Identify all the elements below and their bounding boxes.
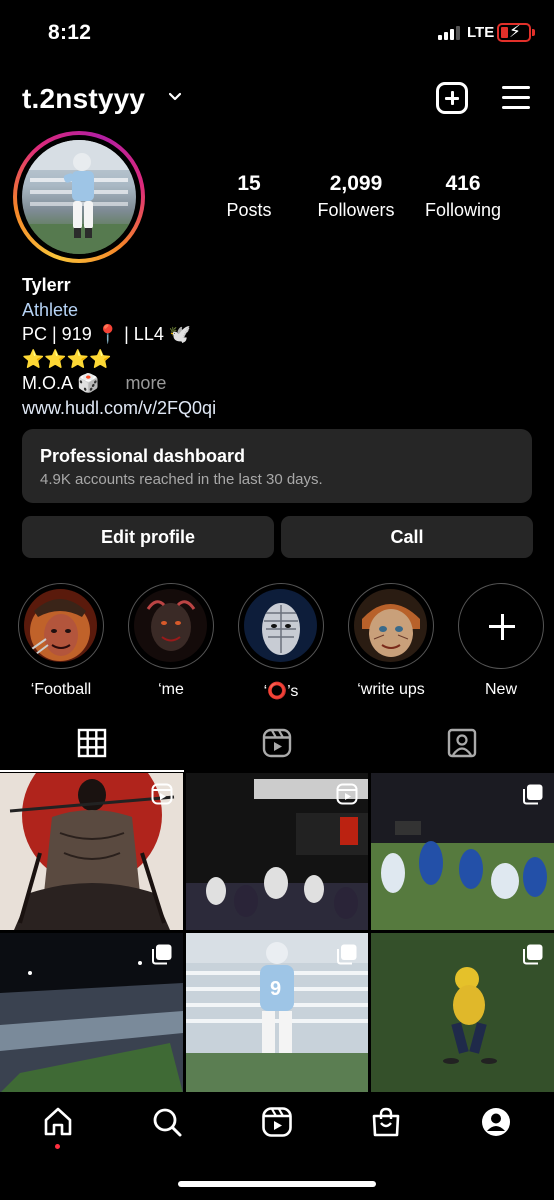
- call-button[interactable]: Call: [281, 516, 533, 558]
- dashboard-subtitle: 4.9K accounts reached in the last 30 day…: [40, 471, 323, 488]
- highlight-cover: [134, 589, 207, 662]
- dashboard-title: Professional dashboard: [40, 446, 246, 466]
- plus-icon[interactable]: [458, 583, 544, 669]
- reels-icon[interactable]: [261, 1106, 293, 1138]
- followers-label: Followers: [317, 200, 395, 220]
- following-count: 416: [445, 172, 481, 195]
- bio-more-link[interactable]: more: [125, 373, 166, 393]
- post-thumbnail[interactable]: [371, 933, 554, 1093]
- highlight-cover: [354, 589, 427, 662]
- followers-count: 2,099: [329, 172, 383, 195]
- bio-line: PC | 919 📍 | LL4 🕊️: [22, 324, 192, 344]
- carousel-icon: [523, 944, 543, 965]
- avatar-story-ring[interactable]: [13, 131, 145, 263]
- post-thumbnail[interactable]: [0, 933, 183, 1093]
- professional-dashboard[interactable]: Professional dashboard 4.9K accounts rea…: [22, 429, 532, 503]
- notification-dot: [55, 1144, 60, 1149]
- post-thumbnail[interactable]: 9: [186, 933, 368, 1093]
- highlight-item[interactable]: ‘me: [128, 583, 214, 699]
- home-indicator: [178, 1181, 376, 1187]
- highlight-label: ‘Football: [30, 681, 92, 698]
- svg-text:9: 9: [270, 978, 281, 1000]
- edit-profile-button[interactable]: Edit profile: [22, 516, 274, 558]
- reel-icon: [336, 783, 358, 805]
- highlight-item[interactable]: ‘write ups: [348, 583, 434, 699]
- reel-icon: [151, 783, 173, 805]
- profile-bio: Tylerr Athlete PC | 919 📍 | LL4 🕊️ ⭐⭐⭐⭐ …: [22, 273, 216, 420]
- bio-line: M.O.A 🎲: [22, 373, 100, 393]
- profile-icon[interactable]: [480, 1106, 512, 1138]
- network-label: LTE: [467, 24, 495, 41]
- highlight-cover: [24, 589, 97, 662]
- chevron-down-icon[interactable]: [169, 91, 181, 103]
- profile-category: Athlete: [22, 299, 79, 320]
- battery-tip: [532, 29, 535, 36]
- bio-website-link[interactable]: www.hudl.com/v/2FQ0qi: [22, 396, 216, 421]
- status-time: 8:12: [48, 21, 92, 44]
- highlight-cover: [244, 589, 317, 662]
- shop-icon[interactable]: [370, 1106, 402, 1138]
- display-name: Tylerr: [22, 275, 71, 295]
- carousel-icon: [152, 944, 172, 965]
- reels-icon[interactable]: [262, 728, 292, 758]
- profile-header: t.2nstyyy: [0, 78, 554, 122]
- stat-posts[interactable]: 15 Posts: [218, 172, 280, 221]
- highlight-label: New: [484, 681, 517, 698]
- posts-label: Posts: [226, 200, 272, 220]
- carousel-icon: [523, 784, 543, 805]
- highlight-label: ‘write ups: [357, 681, 425, 698]
- plus-square-icon[interactable]: [436, 82, 468, 114]
- highlight-label: ‘me: [158, 681, 184, 698]
- username[interactable]: t.2nstyyy: [22, 83, 145, 115]
- posts-grid: 9: [0, 773, 554, 1093]
- new-highlight-button[interactable]: New: [458, 583, 544, 699]
- highlight-item[interactable]: ‘⭕’s: [238, 583, 324, 701]
- search-icon[interactable]: [151, 1106, 183, 1138]
- following-label: Following: [424, 200, 502, 220]
- carousel-icon: [337, 944, 357, 965]
- signal-icon: [438, 26, 460, 40]
- tagged-icon[interactable]: [447, 728, 477, 758]
- post-thumbnail[interactable]: [371, 773, 554, 930]
- status-bar: 8:12 LTE ⚡: [0, 0, 554, 66]
- highlight-item[interactable]: ‘Football: [18, 583, 104, 699]
- active-tab-indicator: [0, 770, 184, 772]
- home-icon[interactable]: [42, 1106, 74, 1138]
- posts-count: 15: [237, 172, 261, 195]
- highlight-label: ‘⭕’s: [263, 683, 299, 700]
- hamburger-menu-icon[interactable]: [502, 86, 530, 110]
- post-thumbnail[interactable]: [0, 773, 183, 930]
- post-thumbnail[interactable]: [186, 773, 368, 930]
- bio-line: ⭐⭐⭐⭐: [22, 348, 112, 369]
- stat-following[interactable]: 416 Following: [418, 172, 508, 221]
- battery-icon: ⚡: [497, 22, 531, 42]
- stat-followers[interactable]: 2,099 Followers: [308, 172, 404, 221]
- avatar: [22, 140, 136, 254]
- grid-icon[interactable]: [77, 728, 107, 758]
